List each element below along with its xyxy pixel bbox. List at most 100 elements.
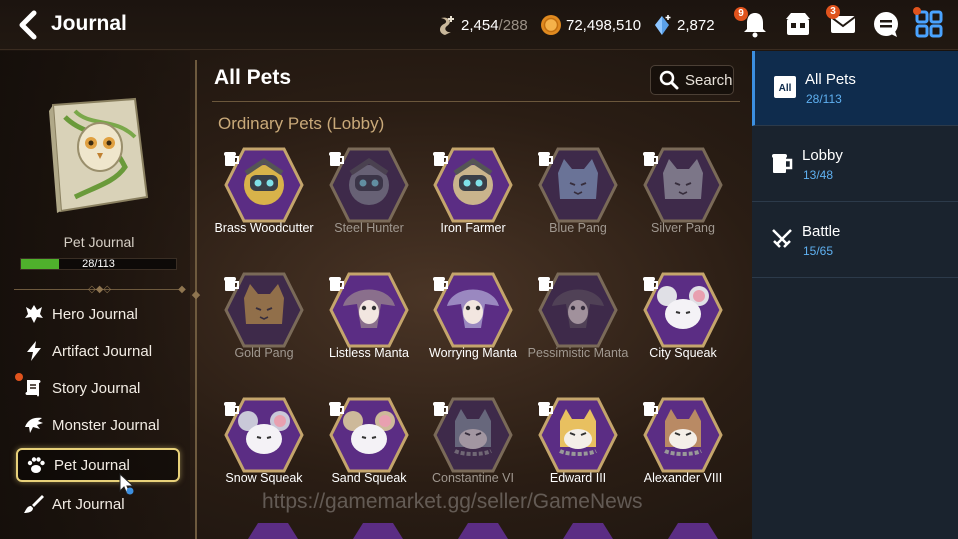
lobby-mug-icon	[643, 277, 658, 291]
pet-card[interactable]: Alexander VIII	[631, 395, 735, 515]
partial-pet-icons	[248, 523, 718, 539]
tab-count: 13/48	[803, 168, 834, 182]
hero-icon	[25, 305, 43, 323]
section-title: Ordinary Pets (Lobby)	[218, 114, 385, 133]
tab-lobby[interactable]: Lobby 13/48	[752, 127, 958, 202]
pet-name: Iron Farmer	[440, 221, 506, 235]
back-arrow-icon[interactable]	[14, 9, 44, 41]
stamina-counter: 2,454 /288	[435, 13, 528, 37]
menu-notification-dot	[913, 7, 921, 15]
pet-card[interactable]: Brass Woodcutter	[212, 145, 316, 265]
brush-icon	[24, 495, 44, 513]
pet-name: Brass Woodcutter	[214, 221, 314, 235]
pet-card[interactable]: Gold Pang	[212, 270, 316, 390]
lobby-mug-icon	[329, 277, 344, 291]
pet-name: Worrying Manta	[429, 346, 517, 360]
tab-all-pets[interactable]: All All Pets 28/113	[752, 51, 958, 126]
nav-story-journal[interactable]: Story Journal	[16, 371, 180, 405]
pet-name: Gold Pang	[234, 346, 294, 360]
pet-journal-progress-bar: 28/113	[20, 258, 177, 270]
stamina-icon	[440, 16, 454, 35]
nav-art-journal[interactable]: Art Journal	[16, 487, 180, 521]
tab-count: 28/113	[806, 92, 842, 106]
tab-count: 15/65	[803, 244, 834, 258]
pet-card[interactable]: Worrying Manta	[421, 270, 525, 390]
nav-label: Hero Journal	[52, 305, 138, 323]
pet-card[interactable]: Pessimistic Manta	[526, 270, 630, 390]
scroll-icon	[25, 380, 41, 397]
pet-name: Blue Pang	[549, 221, 607, 235]
progress-text: 28/113	[82, 258, 115, 270]
header-divider	[212, 101, 740, 102]
crystal-value: 2,872	[677, 16, 715, 34]
tab-label: All Pets	[805, 71, 856, 88]
lobby-mug-icon	[329, 402, 344, 416]
paw-icon	[27, 457, 45, 473]
lobby-mug-icon	[224, 277, 239, 291]
tab-label: Battle	[802, 223, 841, 240]
mug-icon	[772, 154, 793, 173]
filter-panel: All All Pets 28/113 Lobby 13/48 Battle 1…	[752, 51, 958, 539]
pet-name: Listless Manta	[329, 346, 409, 360]
nav-artifact-journal[interactable]: Artifact Journal	[16, 334, 180, 368]
pet-name: Snow Squeak	[225, 471, 303, 485]
stamina-max: /288	[498, 16, 528, 34]
lobby-mug-icon	[329, 152, 344, 166]
pet-name: Steel Hunter	[334, 221, 404, 235]
nav-hero-journal[interactable]: Hero Journal	[16, 297, 180, 331]
notifications-badge: 9	[734, 7, 748, 21]
lobby-mug-icon	[433, 402, 448, 416]
gold-counter: 72,498,510	[540, 13, 641, 37]
pet-card[interactable]: Silver Pang	[631, 145, 735, 265]
pet-name: Pessimistic Manta	[527, 346, 629, 360]
story-notification-dot	[15, 373, 23, 381]
tab-label: Lobby	[802, 147, 843, 164]
nav-label: Story Journal	[52, 379, 141, 397]
shop-icon[interactable]	[783, 9, 813, 39]
lobby-mug-icon	[643, 152, 658, 166]
pet-name: Sand Squeak	[331, 471, 407, 485]
lobby-mug-icon	[538, 152, 553, 166]
pet-name: Constantine VI	[432, 471, 514, 485]
next-row-preview	[228, 521, 734, 539]
dragon-icon	[25, 417, 43, 433]
lobby-mug-icon	[224, 152, 239, 166]
nav-monster-journal[interactable]: Monster Journal	[16, 408, 180, 442]
gold-value: 72,498,510	[566, 16, 642, 34]
page-title: Journal	[51, 12, 127, 35]
gold-coin-icon	[541, 15, 561, 35]
watermark-text: https://gamemarket.gg/seller/GameNews	[262, 490, 643, 513]
chat-icon[interactable]	[871, 9, 901, 39]
lobby-mug-icon	[538, 402, 553, 416]
pet-name: Edward III	[549, 471, 607, 485]
main-title: All Pets	[214, 66, 292, 89]
search-button[interactable]: Search	[650, 65, 734, 95]
lobby-mug-icon	[643, 402, 658, 416]
pet-card[interactable]: City Squeak	[631, 270, 735, 390]
pet-name: Silver Pang	[651, 221, 715, 235]
nav-label: Monster Journal	[52, 416, 160, 434]
crossed-swords-icon	[772, 229, 792, 248]
mail-badge: 3	[826, 5, 840, 19]
search-icon	[659, 70, 679, 90]
lobby-mug-icon	[433, 152, 448, 166]
crystal-counter: 2,872	[651, 13, 715, 37]
pet-card[interactable]: Iron Farmer	[421, 145, 525, 265]
top-bar: Journal 2,454 /288 72,498,510 2,872 9 3	[0, 0, 958, 50]
pet-card[interactable]: Blue Pang	[526, 145, 630, 265]
pet-journal-label: Pet Journal	[63, 234, 135, 250]
lobby-mug-icon	[433, 277, 448, 291]
pet-name: Alexander VIII	[643, 471, 723, 485]
divider-ornament: ◇◆◇	[88, 284, 112, 295]
lightning-icon	[27, 341, 41, 361]
stamina-value: 2,454	[461, 16, 499, 34]
nav-pet-journal[interactable]: Pet Journal	[16, 448, 180, 482]
pet-card[interactable]: Listless Manta	[317, 270, 421, 390]
tab-battle[interactable]: Battle 15/65	[752, 203, 958, 278]
svg-text:All: All	[779, 83, 792, 94]
pet-journal-book-icon	[49, 97, 149, 213]
pet-card[interactable]: Steel Hunter	[317, 145, 421, 265]
search-label: Search	[685, 71, 733, 89]
nav-label: Art Journal	[52, 495, 125, 513]
all-icon: All	[774, 76, 796, 98]
